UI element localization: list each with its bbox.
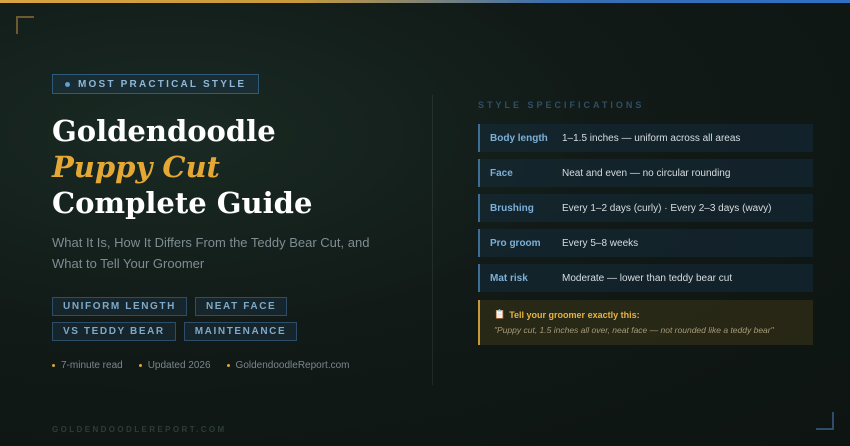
tag-uniform-length: UNIFORM LENGTH bbox=[52, 297, 187, 316]
meta-site: GoldendoodleReport.com bbox=[226, 360, 350, 371]
meta-updated-text: Updated 2026 bbox=[147, 360, 211, 371]
spec-row: Face Neat and even — no circular roundin… bbox=[478, 159, 813, 187]
title-line-accent: Puppy Cut bbox=[52, 150, 220, 184]
spec-row: Mat risk Moderate — lower than teddy bea… bbox=[478, 264, 813, 292]
meta-read-time-text: 7-minute read bbox=[61, 360, 123, 371]
spec-value: 1–1.5 inches — uniform across all areas bbox=[562, 132, 741, 144]
title-line-3: Complete Guide bbox=[52, 186, 313, 220]
corner-bracket-bottom-right bbox=[816, 412, 834, 430]
tip-title-text: Tell your groomer exactly this: bbox=[509, 309, 640, 320]
title-line-1: Goldendoodle bbox=[52, 114, 276, 148]
page-subtitle: What It Is, How It Differs From the Tedd… bbox=[52, 235, 370, 271]
spec-value: Every 5–8 weeks bbox=[562, 237, 639, 249]
article-meta: 7-minute read Updated 2026 GoldendoodleR… bbox=[52, 360, 350, 371]
meta-read-time: 7-minute read bbox=[52, 360, 123, 371]
tip-title: 📋 Tell your groomer exactly this: bbox=[494, 309, 813, 320]
spec-key: Body length bbox=[490, 132, 548, 144]
bullet-icon bbox=[138, 364, 142, 367]
spec-key: Mat risk bbox=[490, 272, 528, 284]
tag-vs-teddy-bear: VS TEDDY BEAR bbox=[52, 322, 176, 341]
style-badge: MOST PRACTICAL STYLE bbox=[52, 74, 260, 94]
spec-row: Pro groom Every 5–8 weeks bbox=[478, 229, 813, 257]
spec-key: Face bbox=[490, 167, 513, 179]
spec-key: Pro groom bbox=[490, 237, 541, 249]
meta-updated: Updated 2026 bbox=[138, 360, 211, 371]
page-title: Goldendoodle Puppy Cut Complete Guide bbox=[52, 113, 412, 221]
tip-quote: "Puppy cut, 1.5 inches all over, neat fa… bbox=[494, 325, 774, 335]
spec-value: Every 1–2 days (curly) · Every 2–3 days … bbox=[562, 202, 772, 214]
top-accent-bar bbox=[0, 0, 850, 3]
spec-value: Moderate — lower than teddy bear cut bbox=[562, 272, 733, 284]
spec-value: Neat and even — no circular rounding bbox=[562, 167, 731, 179]
specs-table: Body length 1–1.5 inches — uniform acros… bbox=[478, 124, 813, 299]
column-divider bbox=[432, 95, 433, 385]
bullet-icon bbox=[52, 364, 55, 367]
clipboard-icon: 📋 bbox=[494, 309, 506, 319]
spec-row: Brushing Every 1–2 days (curly) · Every … bbox=[478, 194, 813, 222]
spec-key: Brushing bbox=[490, 202, 534, 214]
spec-row: Body length 1–1.5 inches — uniform acros… bbox=[478, 124, 813, 152]
groomer-tip-box: 📋 Tell your groomer exactly this: "Puppy… bbox=[478, 300, 813, 345]
badge-label: MOST PRACTICAL STYLE bbox=[78, 78, 247, 90]
topic-tags: UNIFORM LENGTH NEAT FACE VS TEDDY BEAR M… bbox=[52, 297, 412, 341]
tag-neat-face: NEAT FACE bbox=[194, 297, 288, 316]
specs-heading: STYLE SPECIFICATIONS bbox=[478, 100, 645, 110]
corner-bracket-top-left bbox=[16, 16, 34, 34]
badge-dot-icon bbox=[65, 81, 70, 87]
tag-maintenance: MAINTENANCE bbox=[183, 322, 298, 341]
footer-brand: GOLDENDOODLEREPORT.COM bbox=[52, 425, 227, 434]
meta-site-text: GoldendoodleReport.com bbox=[235, 360, 350, 371]
bullet-icon bbox=[226, 364, 230, 367]
